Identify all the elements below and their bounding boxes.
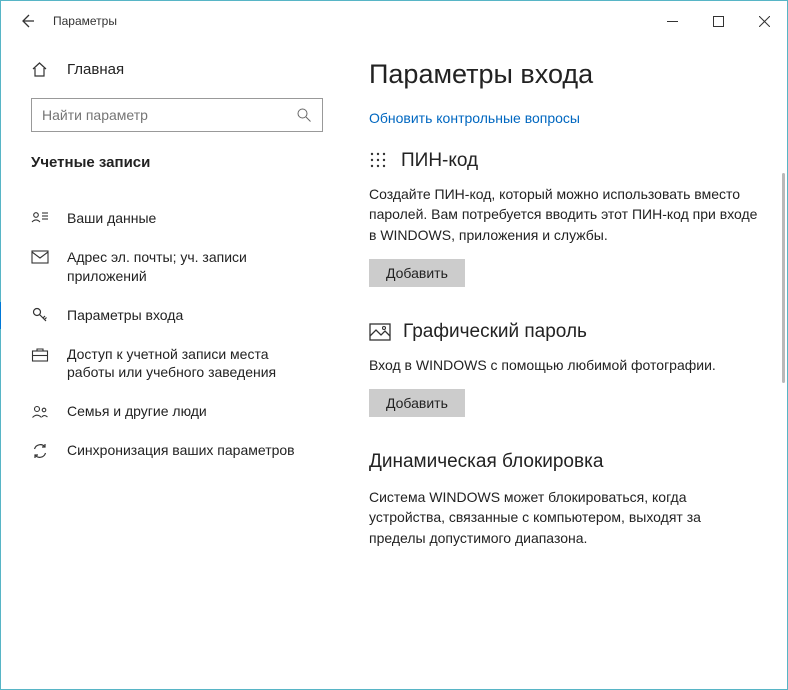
close-button[interactable] [741,1,787,41]
dynamic-lock-title: Динамическая блокировка [369,451,761,473]
window-title: Параметры [53,14,649,28]
pin-title: ПИН-код [401,150,478,172]
picture-password-add-button[interactable]: Добавить [369,389,465,417]
person-card-icon [31,210,49,226]
home-icon [31,61,49,78]
search-box[interactable] [31,98,323,132]
briefcase-icon [31,347,49,363]
picture-password-description: Вход в WINDOWS с помощью любимой фотогра… [369,355,761,375]
picture-password-section: Графический пароль Вход в WINDOWS с помо… [369,321,761,417]
dynamic-lock-description: Система WINDOWS может блокироваться, ког… [369,487,761,548]
scrollbar[interactable] [782,173,785,383]
window-controls [649,1,787,41]
search-input[interactable] [42,107,296,123]
sidebar-item-label: Адрес эл. почты; уч. записи приложений [67,248,319,286]
sidebar-item-sync[interactable]: Синхронизация ваших параметров [27,431,323,470]
sidebar-item-sign-in-options[interactable]: Параметры входа [27,296,323,335]
sidebar-item-email-accounts[interactable]: Адрес эл. почты; уч. записи приложений [27,238,323,296]
sidebar-item-your-info[interactable]: Ваши данные [27,199,323,238]
people-icon [31,404,49,420]
sidebar-item-family[interactable]: Семья и другие люди [27,392,323,431]
sidebar: Главная Учетные записи Ваши данные Адрес… [1,41,341,689]
pin-section: ПИН-код Создайте ПИН-код, который можно … [369,150,761,287]
content-area: Параметры входа Обновить контрольные воп… [341,41,787,689]
update-security-questions-link[interactable]: Обновить контрольные вопросы [369,110,580,126]
sidebar-item-label: Семья и другие люди [67,402,207,421]
titlebar: Параметры [1,1,787,41]
key-icon [31,306,49,324]
pin-add-button[interactable]: Добавить [369,259,465,287]
home-button[interactable]: Главная [31,61,323,78]
page-title: Параметры входа [369,59,761,90]
back-button[interactable] [13,13,41,29]
sidebar-item-label: Ваши данные [67,209,156,228]
sidebar-item-work-access[interactable]: Доступ к учетной записи места работы или… [27,335,323,393]
picture-icon [369,323,391,341]
maximize-button[interactable] [695,1,741,41]
sidebar-item-label: Синхронизация ваших параметров [67,441,295,460]
pin-grid-icon [369,151,389,171]
sidebar-item-label: Параметры входа [67,306,183,325]
sidebar-item-label: Доступ к учетной записи места работы или… [67,345,319,383]
sync-icon [31,442,49,460]
minimize-button[interactable] [649,1,695,41]
picture-password-title: Графический пароль [403,321,587,343]
mail-icon [31,250,49,264]
home-label: Главная [67,61,124,78]
section-title: Учетные записи [31,154,323,171]
nav-list: Ваши данные Адрес эл. почты; уч. записи … [31,199,323,470]
search-icon [296,107,312,123]
pin-description: Создайте ПИН-код, который можно использо… [369,184,761,245]
dynamic-lock-section: Динамическая блокировка Система WINDOWS … [369,451,761,548]
